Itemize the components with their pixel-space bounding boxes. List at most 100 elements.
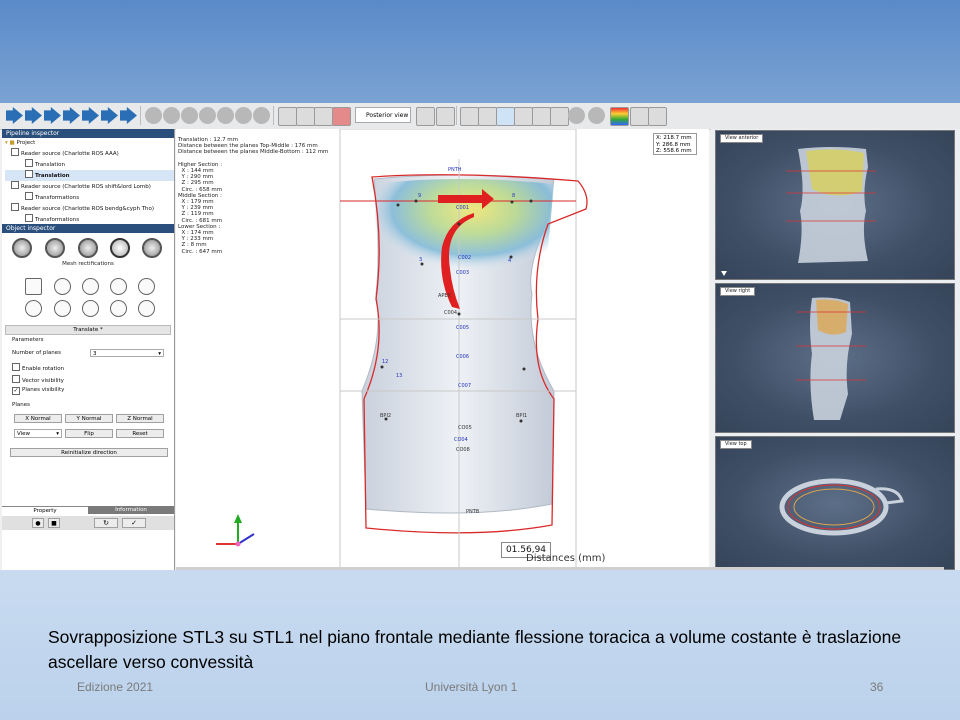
view-right[interactable]: View right xyxy=(715,283,955,433)
label-9: 9 xyxy=(418,193,421,199)
body-icon[interactable] xyxy=(332,107,351,126)
view-anterior[interactable]: View anterior xyxy=(715,130,955,280)
reload-icon[interactable] xyxy=(101,107,118,124)
right-views-panel: View anterior View right View top xyxy=(711,129,960,570)
z-normal-button[interactable]: Z Normal xyxy=(116,414,164,423)
grid-view-icon[interactable] xyxy=(550,107,569,126)
camera-icon[interactable] xyxy=(588,107,605,124)
label-c004: C004 xyxy=(444,310,457,316)
slide-header-band xyxy=(0,0,960,103)
load-icon[interactable] xyxy=(82,107,99,124)
confirm-icon[interactable]: ✓ xyxy=(122,518,146,528)
collapse-icon xyxy=(721,271,727,276)
circle-icon[interactable] xyxy=(25,300,42,317)
sphere-tool-icon[interactable] xyxy=(78,238,98,258)
open-icon[interactable] xyxy=(6,107,23,124)
label-c006: C006 xyxy=(456,354,469,360)
light-icon[interactable] xyxy=(568,107,585,124)
footer-page-number: 36 xyxy=(870,680,884,694)
label-pntb: PNTB xyxy=(466,509,480,515)
refresh-icon[interactable]: ↻ xyxy=(94,518,118,528)
fit-icon[interactable] xyxy=(416,107,435,126)
forward-icon[interactable] xyxy=(120,107,137,124)
mesh-icon[interactable] xyxy=(145,107,162,124)
label-c007: C007 xyxy=(458,383,471,389)
planes-label: Planes xyxy=(12,402,30,408)
orientation-gizmo xyxy=(216,514,255,547)
cube-icon[interactable] xyxy=(253,107,270,124)
export-icon[interactable] xyxy=(44,107,61,124)
timer-icon[interactable] xyxy=(25,278,42,295)
wrench-tool-icon[interactable] xyxy=(110,238,130,258)
label-4: 4 xyxy=(508,258,511,264)
split-view-icon[interactable] xyxy=(648,107,667,126)
rotate-icon[interactable] xyxy=(278,107,297,126)
torso-icon[interactable] xyxy=(138,300,155,317)
tree-item-project[interactable]: ▾ ■ Project xyxy=(5,139,174,148)
cursor-coordinates: X: 218.7 mm Y: 286.8 mm Z: 558.6 mm xyxy=(653,133,697,155)
mirror-icon[interactable] xyxy=(296,107,315,126)
import-icon[interactable] xyxy=(25,107,42,124)
translate-header: Translate * xyxy=(5,325,171,335)
view-top[interactable]: View top xyxy=(715,436,955,570)
info-icon[interactable]: ● xyxy=(32,518,44,528)
vector-visibility-checkbox[interactable]: Vector visibility xyxy=(12,375,64,384)
cube-icon[interactable] xyxy=(199,107,216,124)
axis-icon[interactable] xyxy=(436,107,455,126)
tree-item-reader[interactable]: Reader source (Charlotte ROS bendg&cyph … xyxy=(5,203,174,214)
x-normal-button[interactable]: X Normal xyxy=(14,414,62,423)
label-bpi2: BPI2 xyxy=(380,413,391,419)
curve-icon[interactable] xyxy=(82,300,99,317)
main-toolbar: Posterior view xyxy=(0,103,960,130)
view-select-small[interactable]: View ▾ xyxy=(14,429,62,438)
inspector-action-bar: ● ■ ↻ ✓ xyxy=(2,516,174,530)
cube-icon[interactable] xyxy=(181,107,198,124)
body-mesh-icon[interactable] xyxy=(138,278,155,295)
tree-item-reader[interactable]: Reader source (Charlotte ROS AAA) xyxy=(5,148,174,159)
main-3d-viewport[interactable]: Translation : 12.7 mm Distance between t… xyxy=(176,129,709,570)
horizontal-scrollbar[interactable] xyxy=(176,567,944,570)
tree-item-translation[interactable]: Translation xyxy=(5,159,174,170)
bottom-view-icon[interactable] xyxy=(532,107,551,126)
sphere-icon[interactable] xyxy=(110,300,127,317)
tree-item-transformations[interactable]: Transformations xyxy=(5,192,174,203)
tab-information[interactable]: Information xyxy=(88,506,174,514)
slash-tool-icon[interactable] xyxy=(12,238,32,258)
reinitialize-direction-button[interactable]: Reinitialize direction xyxy=(10,448,168,457)
gear-icon[interactable] xyxy=(163,107,180,124)
tree-item-translation-selected[interactable]: Translation xyxy=(5,170,174,181)
shape-icon[interactable] xyxy=(54,300,71,317)
y-normal-button[interactable]: Y Normal xyxy=(65,414,113,423)
label-pnth: PNTH xyxy=(448,167,462,173)
layout-icon[interactable] xyxy=(630,107,649,126)
colormap-icon[interactable] xyxy=(610,107,629,126)
layer-icon[interactable] xyxy=(314,107,333,126)
reset-button[interactable]: Reset xyxy=(116,429,164,438)
flip-button[interactable]: Flip xyxy=(65,429,113,438)
move-icon[interactable] xyxy=(82,278,99,295)
application-window: Posterior view Pipeline inspector ▾ ■ Pr… xyxy=(0,103,960,570)
tab-property[interactable]: Property xyxy=(2,506,88,515)
object-inspector-title: Object inspector xyxy=(2,224,174,233)
trash-icon[interactable]: ■ xyxy=(48,518,60,528)
enable-rotation-checkbox[interactable]: Enable rotation xyxy=(12,363,64,372)
label-co08: CO08 xyxy=(456,447,470,453)
bottle-icon[interactable] xyxy=(54,278,71,295)
back-view-icon[interactable] xyxy=(478,107,497,126)
save-icon[interactable] xyxy=(63,107,80,124)
label-co05: CO05 xyxy=(458,425,472,431)
cube-icon[interactable] xyxy=(235,107,252,124)
label-c003: C003 xyxy=(456,270,469,276)
slide-caption: Sovrapposizione STL3 su STL1 nel piano f… xyxy=(48,627,902,672)
mesh-tool-icon[interactable] xyxy=(45,238,65,258)
cube-icon[interactable] xyxy=(217,107,234,124)
gauge-tool-icon[interactable] xyxy=(142,238,162,258)
side-view-icon[interactable] xyxy=(496,107,515,126)
front-view-icon[interactable] xyxy=(460,107,479,126)
rotate-mesh-icon[interactable] xyxy=(110,278,127,295)
view-select[interactable]: Posterior view xyxy=(355,107,411,123)
tree-item-reader[interactable]: Reader source (Charlotte ROS shift&lord … xyxy=(5,181,174,192)
planes-visibility-checkbox[interactable]: ✓ Planes visibility xyxy=(12,387,64,395)
top-view-icon[interactable] xyxy=(514,107,533,126)
number-of-planes-select[interactable]: 3 ▾ xyxy=(90,349,164,357)
